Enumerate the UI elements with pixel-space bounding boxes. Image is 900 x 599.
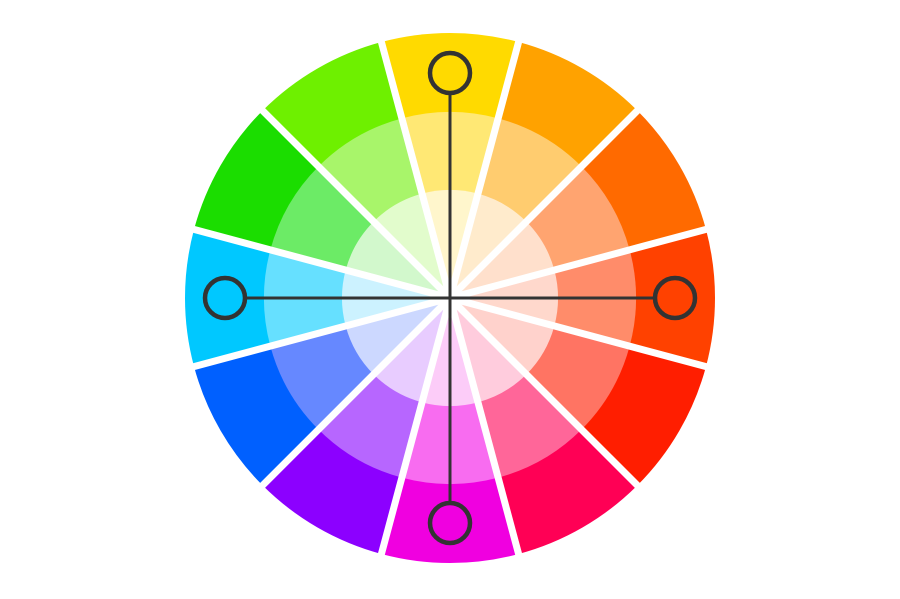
color-wheel-figure [0, 0, 900, 599]
color-wheel [184, 32, 716, 564]
